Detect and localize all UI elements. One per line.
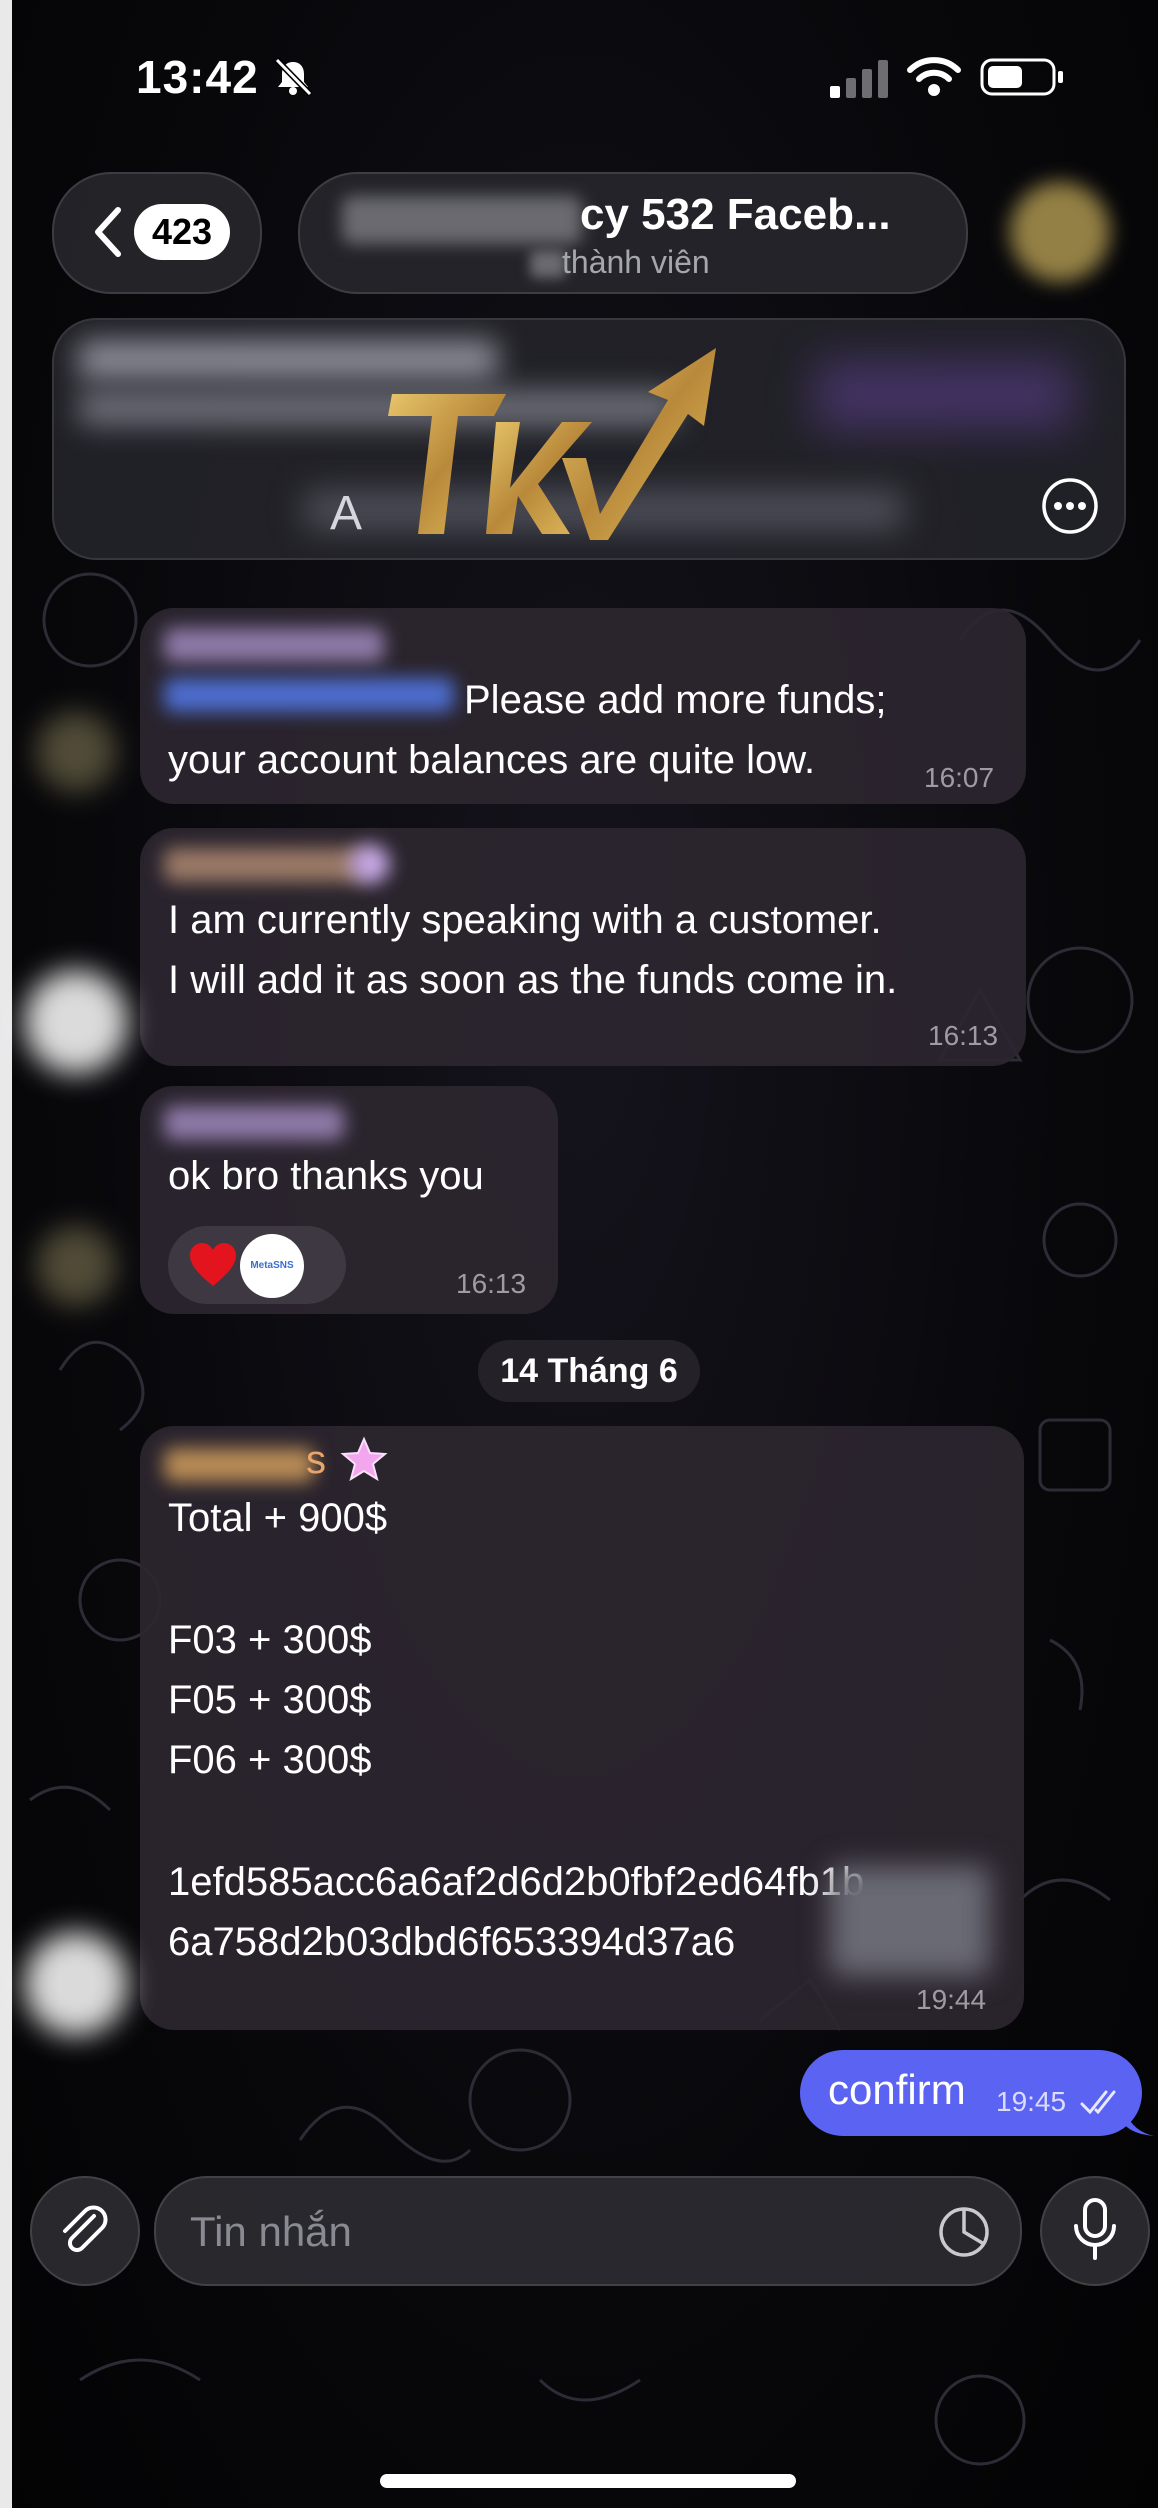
message-text: I am currently speaking with a customer. bbox=[168, 898, 882, 942]
chat-title-pill[interactable]: cy 532 Faceb... thành viên bbox=[298, 172, 968, 294]
message-time: 16:13 bbox=[456, 1268, 527, 1299]
wifi-icon bbox=[907, 57, 961, 96]
sender-avatar[interactable] bbox=[24, 970, 128, 1074]
message-input[interactable]: Tin nhắn bbox=[154, 2176, 1022, 2286]
screen-edge bbox=[0, 0, 12, 2508]
message-bubble[interactable]: s Total + 900$ F03 + 300$ F05 + 300$ F06… bbox=[140, 1426, 1024, 2030]
message-bubble[interactable]: I am currently speaking with a customer.… bbox=[140, 828, 1026, 1066]
message-text: Total + 900$ bbox=[168, 1496, 388, 1540]
message-time: 16:07 bbox=[924, 762, 995, 793]
pinned-redaction bbox=[814, 360, 1074, 430]
sender-name-redaction bbox=[164, 848, 364, 882]
sender-avatar[interactable] bbox=[36, 712, 116, 792]
title-redaction bbox=[342, 196, 582, 244]
group-avatar[interactable] bbox=[1010, 182, 1110, 282]
attach-button[interactable] bbox=[30, 2176, 140, 2286]
sender-name-redaction bbox=[164, 628, 384, 662]
mention-redaction bbox=[164, 678, 454, 712]
paperclip-icon bbox=[63, 2205, 108, 2253]
home-indicator[interactable] bbox=[380, 2474, 796, 2488]
microphone-icon bbox=[1074, 2198, 1116, 2260]
message-bubble[interactable]: Please add more funds; your account bala… bbox=[140, 608, 1026, 804]
message-time: 19:44 bbox=[916, 1984, 987, 2015]
reactor-avatar[interactable]: MetaSNS bbox=[240, 1234, 304, 1298]
silent-bell-icon bbox=[274, 57, 313, 97]
message-text: ok bro thanks you bbox=[168, 1154, 484, 1198]
message-text: confirm bbox=[828, 2066, 966, 2113]
voice-message-button[interactable] bbox=[1040, 2176, 1150, 2286]
tkv-watermark-logo bbox=[388, 348, 716, 540]
sender-avatar[interactable] bbox=[24, 1932, 128, 2036]
back-button[interactable]: 423 bbox=[52, 172, 262, 294]
message-input-placeholder: Tin nhắn bbox=[190, 2208, 352, 2255]
message-text: F06 + 300$ bbox=[168, 1738, 372, 1782]
message-time: 19:45 bbox=[996, 2086, 1067, 2117]
battery-icon bbox=[980, 58, 1063, 96]
message-text: your account balances are quite low. bbox=[168, 738, 816, 782]
cellular-signal-icon bbox=[830, 60, 888, 98]
heart-reaction-icon[interactable] bbox=[188, 1242, 238, 1288]
sender-name-redaction bbox=[164, 1106, 344, 1140]
message-text: 6a758d2b03dbd6f653394d37a6 bbox=[168, 1920, 736, 1964]
outgoing-message-bubble[interactable]: confirm 19:45 bbox=[800, 2050, 1142, 2136]
sender-badge-redaction bbox=[350, 844, 390, 884]
message-reactions[interactable]: MetaSNS bbox=[168, 1226, 346, 1304]
star-badge-icon bbox=[340, 1436, 388, 1482]
bubble-tail bbox=[1124, 2104, 1154, 2136]
member-count-redaction bbox=[530, 250, 566, 278]
message-text: 1efd585acc6a6af2d6d2b0fbf2ed64fb1b bbox=[168, 1860, 865, 1904]
unread-count-badge: 423 bbox=[134, 204, 231, 260]
chat-subtitle: thành viên bbox=[562, 244, 710, 280]
message-text: I will add it as soon as the funds come … bbox=[168, 958, 898, 1002]
date-separator: 14 Tháng 6 bbox=[478, 1340, 700, 1402]
pinned-preview-letter: A bbox=[330, 487, 363, 540]
message-text: Please add more funds; bbox=[464, 678, 887, 722]
more-options-icon[interactable] bbox=[1040, 476, 1100, 536]
status-time: 13:42 bbox=[136, 51, 259, 103]
double-check-read-icon bbox=[1080, 2090, 1116, 2115]
message-bubble[interactable]: ok bro thanks you MetaSNS 16:13 bbox=[140, 1086, 558, 1314]
message-text: F03 + 300$ bbox=[168, 1618, 372, 1662]
chat-screen: 13:42 423 cy 532 Faceb... thành viên A P… bbox=[0, 0, 1158, 2508]
message-time: 16:13 bbox=[928, 1020, 999, 1051]
chat-title: cy 532 Faceb... bbox=[580, 190, 891, 239]
chevron-left-icon bbox=[95, 207, 121, 257]
sender-name-redaction bbox=[164, 1448, 314, 1482]
message-text: F05 + 300$ bbox=[168, 1678, 372, 1722]
sticker-icon[interactable] bbox=[936, 2204, 992, 2260]
hash-redaction bbox=[830, 1866, 990, 1976]
sender-name-suffix: s bbox=[306, 1438, 326, 1482]
sender-avatar[interactable] bbox=[36, 1226, 116, 1306]
